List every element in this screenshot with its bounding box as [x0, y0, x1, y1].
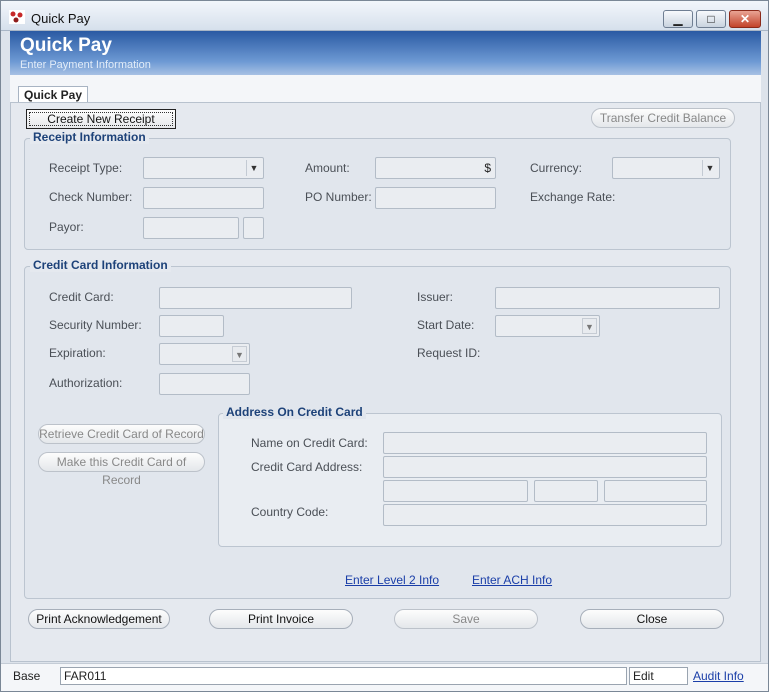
card-state-input[interactable]	[534, 480, 598, 502]
print-acknowledgement-button[interactable]: Print Acknowledgement	[28, 609, 170, 629]
card-zip-input[interactable]	[604, 480, 707, 502]
chevron-down-icon: ▼	[232, 346, 247, 362]
status-screen-code: FAR011	[60, 667, 627, 685]
card-address-label: Credit Card Address:	[251, 460, 363, 474]
save-button[interactable]: Save	[394, 609, 538, 629]
close-button[interactable]: Close	[580, 609, 724, 629]
chevron-down-icon: ▼	[702, 160, 717, 176]
tab-strip: Quick Pay	[10, 75, 761, 105]
enter-level-2-info-link[interactable]: Enter Level 2 Info	[345, 573, 439, 587]
payor-label: Payor:	[49, 220, 84, 234]
amount-label: Amount:	[305, 161, 350, 175]
enter-ach-info-link[interactable]: Enter ACH Info	[472, 573, 552, 587]
page-title: Quick Pay	[20, 35, 112, 56]
audit-info-link[interactable]: Audit Info	[693, 669, 744, 683]
request-id-label: Request ID:	[417, 346, 481, 360]
quick-pay-window: Quick Pay ▁ □ ✕ Quick Pay Enter Payment …	[0, 0, 769, 692]
credit-card-input[interactable]	[159, 287, 352, 309]
payor-lookup-button[interactable]	[243, 217, 264, 239]
receipt-type-label: Receipt Type:	[49, 161, 123, 175]
authorization-label: Authorization:	[49, 376, 123, 390]
maximize-button[interactable]: □	[696, 10, 726, 28]
minimize-icon: ▁	[673, 12, 683, 26]
po-number-label: PO Number:	[305, 190, 372, 204]
name-on-card-label: Name on Credit Card:	[251, 436, 368, 450]
page-subtitle: Enter Payment Information	[20, 59, 151, 71]
check-number-label: Check Number:	[49, 190, 133, 204]
page-header: Quick Pay Enter Payment Information	[10, 31, 761, 75]
authorization-input[interactable]	[159, 373, 250, 395]
currency-select[interactable]: ▼	[612, 157, 720, 179]
exchange-rate-label: Exchange Rate:	[530, 190, 616, 204]
issuer-input[interactable]	[495, 287, 720, 309]
app-icon	[9, 10, 25, 24]
expiration-select[interactable]: ▼	[159, 343, 250, 365]
payor-input[interactable]	[143, 217, 239, 239]
start-date-select[interactable]: ▼	[495, 315, 600, 337]
po-number-input[interactable]	[375, 187, 496, 209]
title-bar: Quick Pay ▁ □ ✕	[1, 1, 768, 31]
start-date-label: Start Date:	[417, 318, 475, 332]
maximize-icon: □	[707, 12, 715, 26]
card-city-input[interactable]	[383, 480, 528, 502]
credit-card-info-title: Credit Card Information	[30, 258, 171, 272]
receipt-type-select[interactable]: ▼	[143, 157, 264, 179]
credit-card-label: Credit Card:	[49, 290, 114, 304]
close-window-button[interactable]: ✕	[729, 10, 761, 28]
address-title: Address On Credit Card	[223, 405, 366, 419]
security-number-label: Security Number:	[49, 318, 142, 332]
country-code-label: Country Code:	[251, 505, 329, 519]
window-title: Quick Pay	[31, 11, 91, 26]
retrieve-credit-card-button[interactable]: Retrieve Credit Card of Record	[38, 424, 205, 444]
issuer-label: Issuer:	[417, 290, 454, 304]
status-edit-state: Edit	[629, 667, 688, 685]
country-code-input[interactable]	[383, 504, 707, 526]
amount-input[interactable]: $	[375, 157, 496, 179]
close-icon: ✕	[739, 12, 751, 26]
check-number-input[interactable]	[143, 187, 264, 209]
content-panel: Create New Receipt Transfer Credit Balan…	[10, 102, 761, 662]
chevron-down-icon: ▼	[582, 318, 597, 334]
currency-label: Currency:	[530, 161, 583, 175]
transfer-credit-balance-button[interactable]: Transfer Credit Balance	[591, 108, 735, 128]
name-on-card-input[interactable]	[383, 432, 707, 454]
make-credit-card-of-record-button[interactable]: Make this Credit Card of Record	[38, 452, 205, 487]
security-number-input[interactable]	[159, 315, 224, 337]
minimize-button[interactable]: ▁	[663, 10, 693, 28]
status-bar: Base FAR011 Edit Audit Info	[1, 663, 768, 691]
status-mode: Base	[13, 669, 41, 683]
print-invoice-button[interactable]: Print Invoice	[209, 609, 353, 629]
receipt-info-title: Receipt Information	[30, 130, 149, 144]
card-address-line1-input[interactable]	[383, 456, 707, 478]
chevron-down-icon: ▼	[246, 160, 261, 176]
expiration-label: Expiration:	[49, 346, 106, 360]
create-new-receipt-button[interactable]: Create New Receipt	[26, 109, 176, 129]
currency-symbol: $	[484, 161, 491, 175]
